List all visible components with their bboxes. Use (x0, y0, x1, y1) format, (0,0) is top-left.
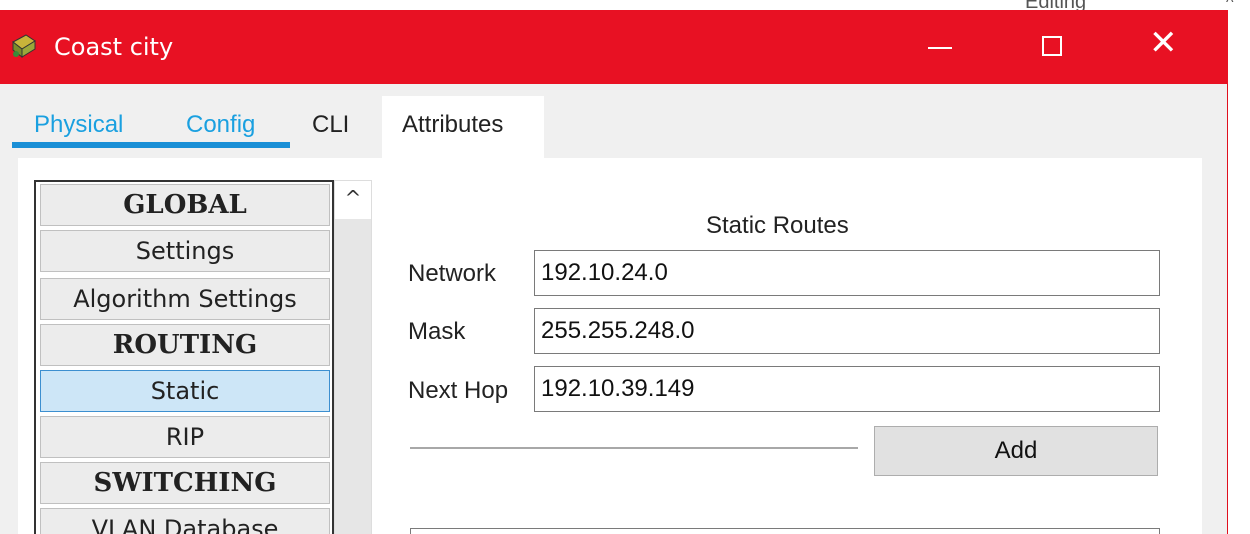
nav-item-algorithm-settings[interactable]: Algorithm Settings (40, 278, 330, 320)
tab-bar: Physical Config CLI Attributes (0, 96, 1228, 158)
close-icon: ✕ (1149, 23, 1178, 63)
network-label: Network (408, 260, 497, 287)
router-app-icon (12, 34, 36, 59)
scroll-track[interactable] (335, 219, 371, 534)
tab-config[interactable]: Config (138, 96, 290, 158)
scroll-up-arrow-icon[interactable]: ^ (335, 181, 371, 215)
tab-cli[interactable]: CLI (290, 96, 380, 158)
mask-input[interactable]: 255.255.248.0 (534, 308, 1160, 354)
config-nav-list: GLOBAL Settings Algorithm Settings ROUTI… (34, 180, 334, 534)
maximize-button[interactable] (1005, 10, 1095, 84)
title-bar[interactable]: Coast city ✕ (0, 10, 1228, 84)
mask-label: Mask (408, 318, 466, 345)
next-hop-input[interactable]: 192.10.39.149 (534, 366, 1160, 412)
next-hop-label: Next Hop (408, 377, 509, 404)
separator-line (410, 447, 858, 449)
nav-scrollbar[interactable]: ^ (334, 180, 372, 534)
minimize-icon (928, 47, 952, 49)
tab-attributes[interactable]: Attributes (382, 96, 544, 158)
nav-header-switching: SWITCHING (40, 462, 330, 504)
screen: Editing ^ Coast city ✕ Physical Config C… (0, 0, 1250, 534)
active-tab-indicator (12, 142, 290, 148)
background-window-strip: Editing ^ (0, 0, 1250, 13)
static-routes-title: Static Routes (706, 212, 849, 239)
network-input[interactable]: 192.10.24.0 (534, 250, 1160, 296)
nav-header-routing: ROUTING (40, 324, 330, 366)
nav-item-rip[interactable]: RIP (40, 416, 330, 458)
tab-physical[interactable]: Physical (12, 96, 138, 158)
maximize-icon (1042, 36, 1062, 56)
routes-list[interactable] (410, 528, 1160, 534)
nav-item-vlan-database[interactable]: VLAN Database (40, 508, 330, 534)
minimize-button[interactable] (900, 10, 990, 84)
nav-item-static[interactable]: Static (40, 370, 330, 412)
add-button[interactable]: Add (874, 426, 1158, 476)
nav-item-settings[interactable]: Settings (40, 230, 330, 272)
window-title: Coast city (54, 33, 174, 61)
close-button[interactable]: ✕ (1115, 10, 1205, 84)
nav-header-global: GLOBAL (40, 184, 330, 226)
